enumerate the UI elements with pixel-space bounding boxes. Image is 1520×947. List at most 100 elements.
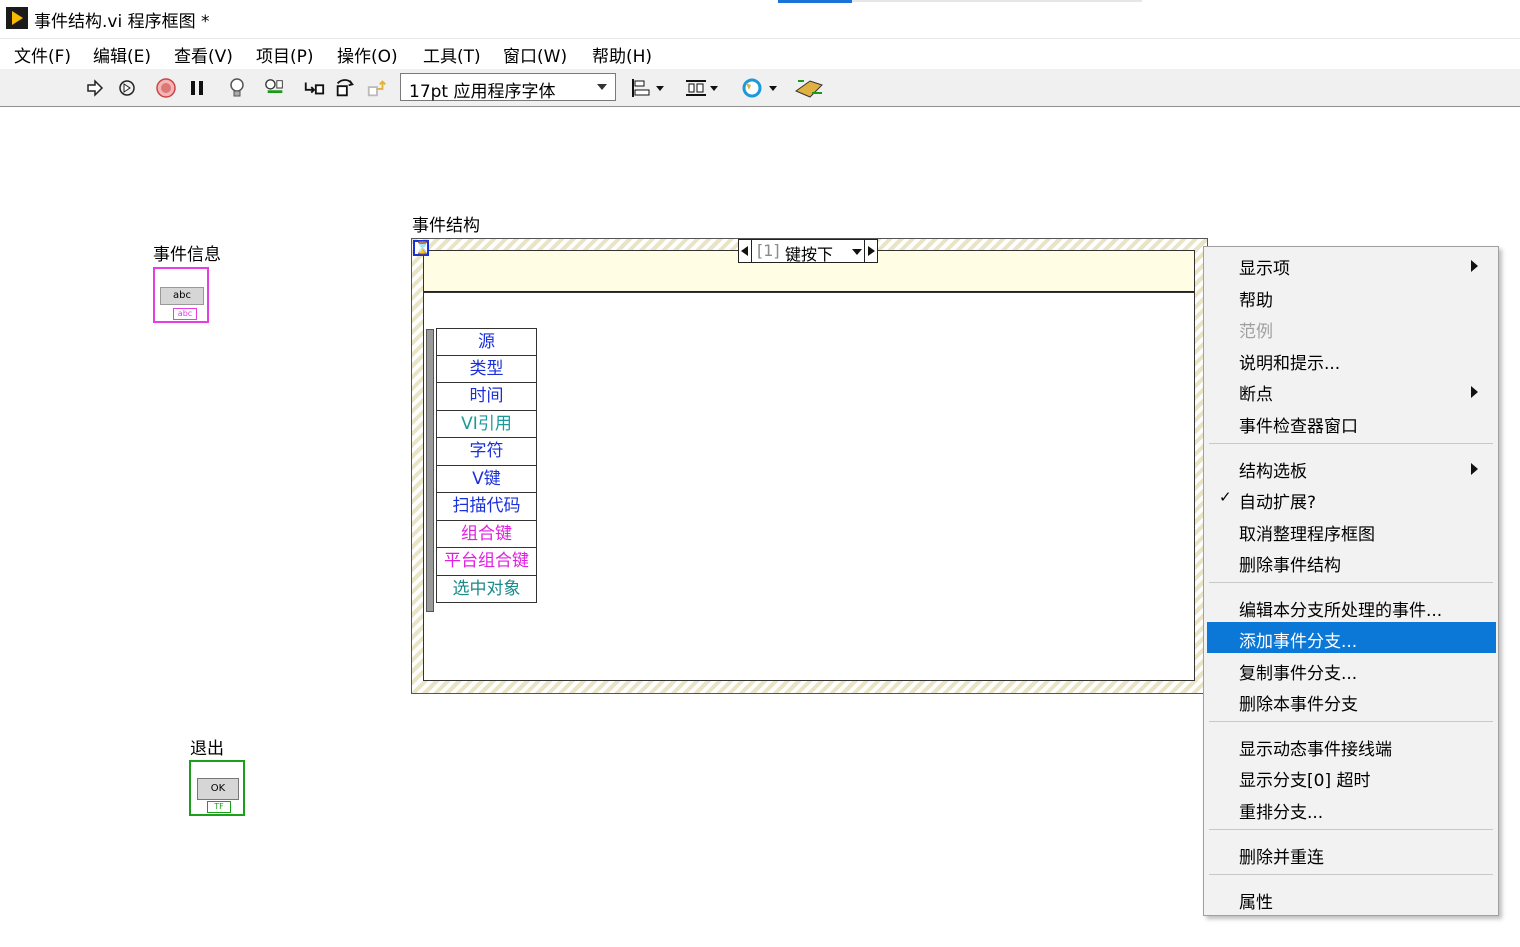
- menu-operate[interactable]: 操作(O): [337, 42, 398, 67]
- context-menu-item-label: 复制事件分支...: [1239, 664, 1358, 684]
- toolbar: 17pt 应用程序字体: [0, 69, 1520, 107]
- context-menu-item-label: 删除并重连: [1239, 848, 1324, 868]
- context-menu-item[interactable]: 编辑本分支所处理的事件...: [1207, 591, 1496, 622]
- menubar: 文件(F) 编辑(E) 查看(V) 项目(P) 操作(O) 工具(T) 窗口(W…: [0, 38, 1520, 70]
- context-menu-item-label: 取消整理程序框图: [1239, 525, 1375, 545]
- bool-terminal-display: OK: [197, 778, 239, 800]
- bool-terminal-tag: TF: [207, 801, 231, 813]
- menu-separator: [1209, 582, 1493, 583]
- timeout-hourglass-icon[interactable]: ⌛: [413, 240, 430, 256]
- context-menu-item-label: 删除本事件分支: [1239, 695, 1358, 715]
- reorder-icon[interactable]: [740, 77, 778, 99]
- context-menu-item[interactable]: 说明和提示...: [1207, 344, 1496, 375]
- context-menu-item-label: 事件检查器窗口: [1239, 417, 1358, 437]
- selector-index: [1]: [757, 241, 780, 260]
- context-menu-item[interactable]: 帮助: [1207, 281, 1496, 312]
- event-case-selector[interactable]: [1] 键按下: [738, 239, 878, 264]
- context-menu-item[interactable]: 添加事件分支...: [1207, 622, 1496, 653]
- context-menu-item-label: 重排分支...: [1239, 803, 1324, 823]
- title-accent-bar: [778, 0, 852, 3]
- context-menu-item-label: 范例: [1239, 322, 1273, 342]
- context-menu-item-label: 帮助: [1239, 291, 1273, 311]
- menu-separator: [1209, 829, 1493, 830]
- check-icon: ✓: [1219, 488, 1232, 506]
- event-data-item[interactable]: 选中对象: [436, 575, 537, 603]
- string-control-label: 事件信息: [153, 245, 221, 265]
- highlight-execution-icon[interactable]: [226, 77, 248, 99]
- selector-event-name: 键按下: [785, 245, 834, 264]
- cleanup-diagram-icon[interactable]: [794, 77, 826, 99]
- selector-increment-icon[interactable]: [864, 240, 877, 262]
- context-menu-item[interactable]: ✓ 自动扩展?: [1207, 483, 1496, 514]
- event-data-item[interactable]: 字符: [436, 438, 537, 466]
- string-terminal-tag: abc: [173, 308, 197, 320]
- distribute-objects-icon[interactable]: [684, 77, 720, 99]
- menu-separator: [1209, 874, 1493, 875]
- context-menu-item-label: 添加事件分支...: [1239, 632, 1358, 652]
- event-structure-label: 事件结构: [412, 216, 480, 236]
- menu-view[interactable]: 查看(V): [174, 42, 233, 67]
- event-data-item[interactable]: VI引用: [436, 410, 537, 438]
- event-data-item[interactable]: 扫描代码: [436, 493, 537, 521]
- retain-wire-values-icon[interactable]: [264, 77, 286, 99]
- submenu-arrow-icon: [1471, 386, 1478, 398]
- context-menu-item-label: 编辑本分支所处理的事件...: [1239, 601, 1443, 621]
- context-menu-item: 范例: [1207, 312, 1496, 343]
- pause-icon[interactable]: [186, 77, 208, 99]
- run-arrow-icon[interactable]: [84, 77, 106, 99]
- context-menu-item[interactable]: 断点: [1207, 375, 1496, 406]
- context-menu-item[interactable]: 属性: [1207, 883, 1496, 914]
- context-menu-item-label: 说明和提示...: [1239, 354, 1341, 374]
- context-menu-item[interactable]: 复制事件分支...: [1207, 654, 1496, 685]
- context-menu-item[interactable]: 取消整理程序框图: [1207, 515, 1496, 546]
- string-terminal-display: abc: [160, 287, 204, 305]
- run-continuously-icon[interactable]: [116, 77, 138, 99]
- labview-app-icon: [6, 7, 28, 29]
- submenu-arrow-icon: [1471, 260, 1478, 272]
- menu-window[interactable]: 窗口(W): [503, 42, 567, 67]
- event-data-item[interactable]: V键: [436, 465, 537, 493]
- context-menu-item[interactable]: 事件检查器窗口: [1207, 407, 1496, 438]
- step-over-icon[interactable]: [334, 77, 356, 99]
- menu-tools[interactable]: 工具(T): [423, 42, 481, 67]
- context-menu-item-label: 属性: [1239, 893, 1273, 913]
- context-menu-item-label: 自动扩展?: [1239, 493, 1317, 513]
- event-data-item[interactable]: 类型: [436, 355, 537, 383]
- event-structure-diagram[interactable]: [423, 292, 1195, 681]
- event-data-item[interactable]: 平台组合键: [436, 548, 537, 576]
- context-menu-item[interactable]: 删除事件结构: [1207, 546, 1496, 577]
- bool-control-terminal[interactable]: OK TF: [189, 760, 245, 816]
- context-menu: 显示项帮助范例说明和提示... 断点事件检查器窗口结构选板 ✓ 自动扩展? 取消整理程序…: [1203, 246, 1499, 916]
- selector-dropdown-icon[interactable]: [852, 249, 862, 255]
- context-menu-item[interactable]: 显示动态事件接线端: [1207, 730, 1496, 761]
- context-menu-item[interactable]: 删除并重连: [1207, 838, 1496, 869]
- align-objects-icon[interactable]: [630, 77, 666, 99]
- event-data-node-handle[interactable]: [426, 329, 434, 612]
- menu-file[interactable]: 文件(F): [14, 42, 71, 67]
- event-data-node[interactable]: 源类型 时间 VI引用 字符 V键 扫描代码 组合键 平台组合键 选中对象: [436, 328, 537, 603]
- context-menu-item[interactable]: 显示分支[0] 超时: [1207, 761, 1496, 792]
- context-menu-item-label: 显示分支[0] 超时: [1239, 771, 1371, 791]
- menu-separator: [1209, 721, 1493, 722]
- font-select-value: 17pt 应用程序字体: [409, 82, 556, 102]
- step-out-icon[interactable]: [366, 77, 388, 99]
- font-select[interactable]: 17pt 应用程序字体: [400, 73, 616, 102]
- event-data-item[interactable]: 源: [436, 328, 537, 356]
- submenu-arrow-icon: [1471, 463, 1478, 475]
- context-menu-item[interactable]: 删除本事件分支: [1207, 685, 1496, 716]
- menu-help[interactable]: 帮助(H): [592, 42, 652, 67]
- step-into-icon[interactable]: [303, 77, 325, 99]
- context-menu-item[interactable]: 重排分支...: [1207, 793, 1496, 824]
- menu-project[interactable]: 项目(P): [256, 42, 314, 67]
- bool-control-label: 退出: [190, 739, 224, 759]
- context-menu-item[interactable]: 结构选板: [1207, 452, 1496, 483]
- selector-decrement-icon[interactable]: [739, 240, 752, 262]
- abort-icon[interactable]: [155, 77, 177, 99]
- string-control-terminal[interactable]: abc abc: [153, 267, 209, 323]
- event-data-item[interactable]: 时间: [436, 383, 537, 411]
- menu-edit[interactable]: 编辑(E): [93, 42, 151, 67]
- context-menu-item[interactable]: 显示项: [1207, 249, 1496, 280]
- event-data-item[interactable]: 组合键: [436, 520, 537, 548]
- title-grey-bar: [852, 0, 1142, 2]
- context-menu-item-label: 显示动态事件接线端: [1239, 740, 1392, 760]
